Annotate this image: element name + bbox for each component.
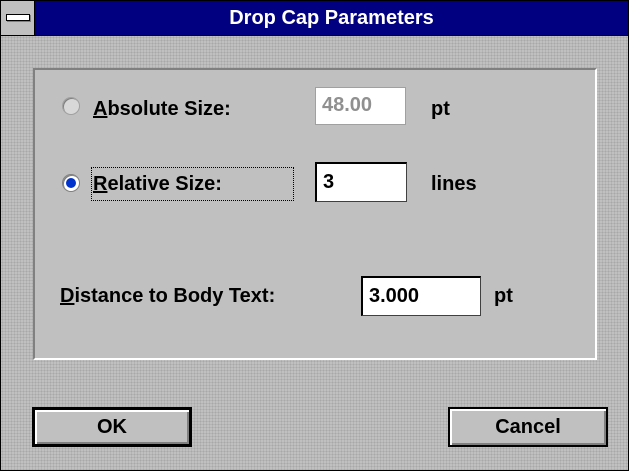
distance-label[interactable]: Distance to Body Text: — [60, 284, 275, 308]
system-menu-button[interactable] — [1, 1, 35, 35]
distance-unit: pt — [494, 285, 513, 307]
distance-input[interactable]: 3.000 — [361, 276, 481, 316]
distance-label-text: istance to Body Text: — [74, 285, 276, 307]
relative-size-input[interactable]: 3 — [315, 162, 407, 202]
absolute-size-radio[interactable] — [62, 97, 80, 115]
distance-hotkey: D — [60, 285, 75, 307]
relative-size-label-text: elative Size: — [107, 173, 222, 195]
system-menu-icon — [6, 14, 30, 21]
ok-button[interactable]: OK — [32, 407, 192, 447]
relative-size-label[interactable]: Relative Size: — [93, 172, 222, 196]
title-bar[interactable]: Drop Cap Parameters — [1, 1, 628, 36]
absolute-size-label[interactable]: Absolute Size: — [93, 97, 231, 121]
cancel-button[interactable]: Cancel — [448, 407, 608, 447]
absolute-size-unit: pt — [431, 98, 450, 120]
relative-size-unit: lines — [431, 173, 477, 195]
absolute-size-label-text: bsolute Size: — [107, 98, 231, 120]
window-title: Drop Cap Parameters — [229, 7, 434, 29]
relative-size-hotkey: R — [93, 173, 108, 195]
absolute-size-input[interactable]: 48.00 — [315, 87, 406, 125]
absolute-size-hotkey: A — [93, 98, 108, 120]
relative-size-radio[interactable] — [62, 174, 80, 192]
